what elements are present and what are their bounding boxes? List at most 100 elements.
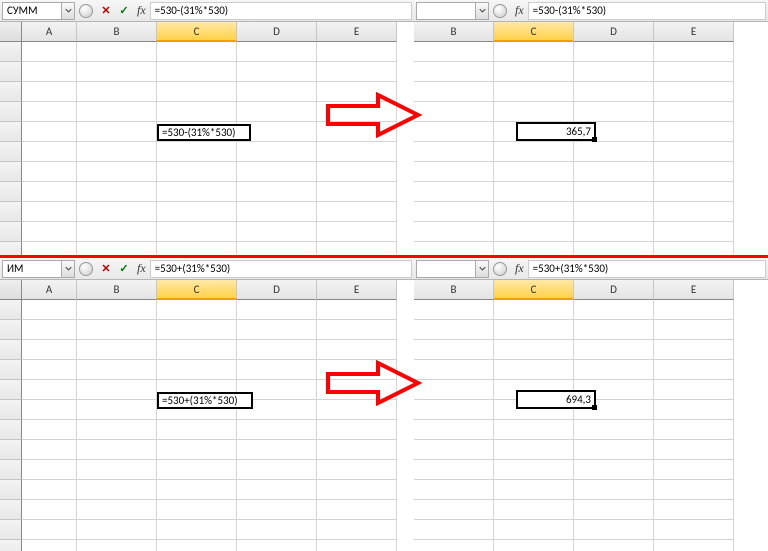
cell[interactable] [157,102,237,122]
cell[interactable] [414,380,494,400]
cell[interactable] [237,460,317,480]
cell[interactable] [22,82,77,102]
cell[interactable] [237,440,317,460]
cell[interactable] [414,420,494,440]
cell[interactable] [574,62,654,82]
cell[interactable] [317,360,397,380]
cell[interactable] [317,460,397,480]
cell[interactable] [494,300,574,320]
cell[interactable] [157,360,237,380]
name-box[interactable]: СУММ [2,2,62,20]
cell[interactable] [414,520,494,540]
cell[interactable] [22,42,77,62]
cell[interactable] [157,520,237,540]
row-header[interactable] [0,340,22,360]
cell[interactable] [317,222,397,242]
cell[interactable] [494,440,574,460]
cell[interactable] [317,202,397,222]
formula-input[interactable]: =530-(31%*530) [150,2,412,20]
cell[interactable] [414,142,494,162]
cell[interactable] [654,380,734,400]
cell[interactable] [414,500,494,520]
select-all-corner[interactable] [0,280,22,300]
name-box[interactable] [416,260,476,278]
cell[interactable] [157,162,237,182]
cell[interactable] [317,380,397,400]
fill-handle[interactable] [592,405,597,410]
cell[interactable] [22,480,77,500]
cell[interactable] [654,540,734,551]
row-header[interactable] [0,400,22,420]
cell[interactable] [157,82,237,102]
cell[interactable] [157,222,237,242]
cell[interactable] [317,182,397,202]
cell[interactable] [654,162,734,182]
cell[interactable] [654,202,734,222]
row-header[interactable] [0,460,22,480]
cell[interactable] [22,400,77,420]
cell[interactable] [77,440,157,460]
cell[interactable] [317,480,397,500]
cell[interactable] [157,440,237,460]
cell[interactable] [654,460,734,480]
cell[interactable] [77,480,157,500]
cell[interactable] [414,400,494,420]
cell[interactable] [414,202,494,222]
name-box-dropdown[interactable] [476,260,489,278]
row-header[interactable] [0,42,22,62]
active-cell-editing[interactable]: =530+(31%*530) [157,392,253,409]
cell[interactable] [494,182,574,202]
cell[interactable] [317,320,397,340]
cell[interactable] [414,242,494,255]
cell[interactable] [22,420,77,440]
cell[interactable] [237,182,317,202]
col-header-C[interactable]: C [157,280,237,300]
cell[interactable] [77,340,157,360]
name-box[interactable] [416,2,476,20]
cell[interactable] [157,420,237,440]
fill-handle[interactable] [592,137,597,142]
cell[interactable] [654,480,734,500]
row-header[interactable] [0,102,22,122]
cell[interactable] [494,460,574,480]
cell[interactable] [77,420,157,440]
cell[interactable] [77,360,157,380]
cell[interactable] [654,122,734,142]
row-header[interactable] [0,162,22,182]
cell[interactable] [77,400,157,420]
cell[interactable] [494,42,574,62]
cell[interactable] [317,162,397,182]
cell[interactable] [237,242,317,255]
cell[interactable] [77,102,157,122]
cell[interactable] [157,62,237,82]
cell[interactable] [574,162,654,182]
col-header-A[interactable]: A [22,22,77,42]
cell[interactable] [77,142,157,162]
cell[interactable] [77,300,157,320]
cell[interactable] [654,142,734,162]
row-header[interactable] [0,122,22,142]
cell[interactable] [237,360,317,380]
cell[interactable] [414,460,494,480]
cell[interactable] [654,360,734,380]
col-header-B[interactable]: B [414,22,494,42]
cell[interactable] [654,182,734,202]
cell[interactable] [494,320,574,340]
col-header-B[interactable]: B [77,22,157,42]
row-header[interactable] [0,480,22,500]
cell[interactable] [494,82,574,102]
col-header-B[interactable]: B [77,280,157,300]
cell[interactable] [157,242,237,255]
cell[interactable] [494,222,574,242]
row-header[interactable] [0,520,22,540]
col-header-E[interactable]: E [317,22,397,42]
cell[interactable] [77,222,157,242]
col-header-C[interactable]: C [494,22,574,42]
cell[interactable] [414,340,494,360]
row-header[interactable] [0,202,22,222]
insert-function-button[interactable]: fx [137,3,146,18]
cell[interactable] [22,380,77,400]
cell[interactable] [574,460,654,480]
cell[interactable] [77,122,157,142]
cell[interactable] [574,500,654,520]
